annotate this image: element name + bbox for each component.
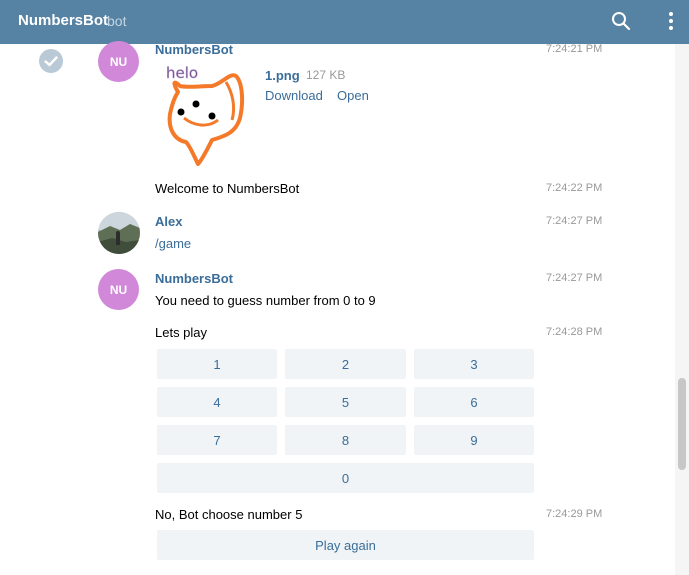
message-author[interactable]: NumbersBot xyxy=(155,271,233,286)
keyboard-button-6[interactable]: 6 xyxy=(414,387,534,417)
search-icon[interactable] xyxy=(611,11,631,31)
keyboard-button-4[interactable]: 4 xyxy=(157,387,277,417)
message-time: 7:24:22 PM xyxy=(546,182,603,194)
chat-subtitle: bot xyxy=(107,13,127,29)
sticker-text: helo xyxy=(166,64,198,82)
keyboard-button-0[interactable]: 0 xyxy=(157,463,534,493)
message-time: 7:24:21 PM xyxy=(546,43,603,55)
download-link[interactable]: Download xyxy=(265,88,323,103)
message-time: 7:24:27 PM xyxy=(546,215,603,227)
message-time: 7:24:29 PM xyxy=(546,508,603,520)
scrollbar-thumb[interactable] xyxy=(678,378,686,470)
message-text: You need to guess number from 0 to 9 xyxy=(155,293,376,308)
message-author[interactable]: Alex xyxy=(155,214,182,229)
message-time: 7:24:27 PM xyxy=(546,272,603,284)
message-time: 7:24:28 PM xyxy=(546,326,603,338)
keyboard-button-5[interactable]: 5 xyxy=(285,387,406,417)
more-vertical-icon[interactable] xyxy=(666,11,676,31)
keyboard-button-2[interactable]: 2 xyxy=(285,349,406,379)
keyboard-button-8[interactable]: 8 xyxy=(285,425,406,455)
avatar[interactable] xyxy=(98,212,140,254)
keyboard-button-9[interactable]: 9 xyxy=(414,425,534,455)
message-text: Welcome to NumbersBot xyxy=(155,181,300,196)
open-link[interactable]: Open xyxy=(337,88,369,103)
keyboard-button-3[interactable]: 3 xyxy=(414,349,534,379)
keyboard-button-1[interactable]: 1 xyxy=(157,349,277,379)
sticker-image[interactable]: helo xyxy=(160,62,250,166)
select-check-icon[interactable] xyxy=(39,49,63,73)
message-author[interactable]: NumbersBot xyxy=(155,42,233,57)
scrollbar-track[interactable] xyxy=(675,44,689,575)
chat-title[interactable]: NumbersBot xyxy=(18,12,108,29)
file-size: 127 KB xyxy=(306,68,346,82)
user-photo-image xyxy=(98,212,140,254)
chat-header: NumbersBot bot xyxy=(0,0,689,44)
keyboard-button-7[interactable]: 7 xyxy=(157,425,277,455)
avatar[interactable]: NU xyxy=(98,41,139,82)
message-text: Lets play xyxy=(155,325,208,340)
file-name[interactable]: 1.png xyxy=(265,68,300,83)
avatar[interactable]: NU xyxy=(98,269,139,310)
bot-command-link[interactable]: /game xyxy=(155,236,191,251)
play-again-button[interactable]: Play again xyxy=(157,530,534,560)
message-text: No, Bot choose number 5 xyxy=(155,507,303,522)
